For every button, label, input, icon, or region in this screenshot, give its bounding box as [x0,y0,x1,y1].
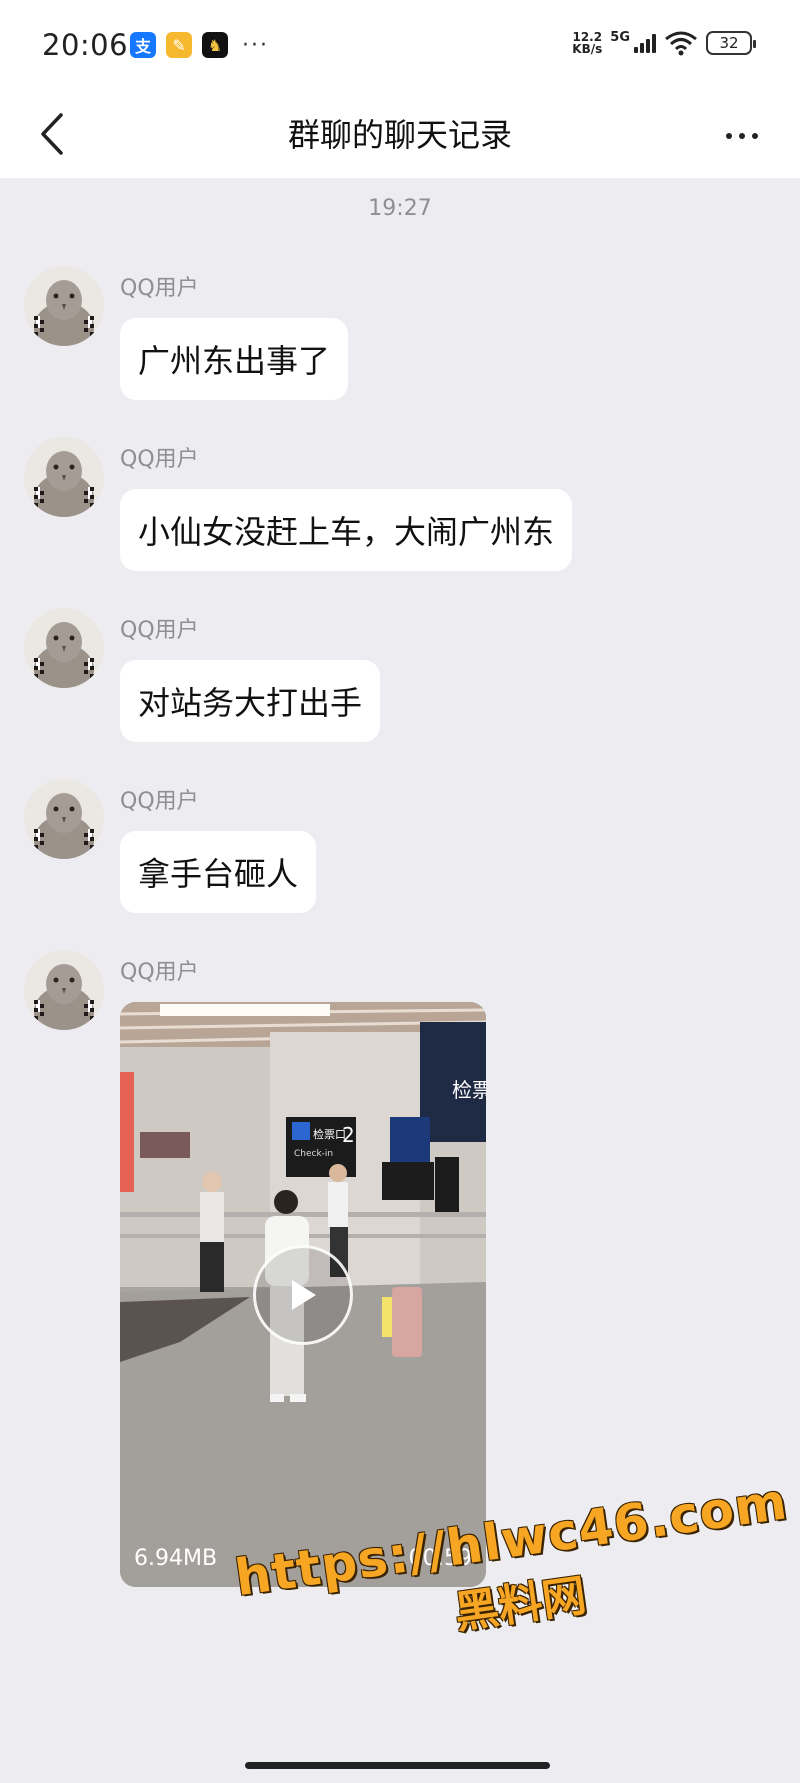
battery-icon: 32 [706,31,756,55]
wifi-icon [665,31,697,56]
more-dot-icon [726,133,732,139]
more-notifications-icon: ··· [242,32,269,58]
more-dot-icon [752,133,758,139]
avatar[interactable] [24,266,104,346]
sender-name: QQ用户 [120,447,199,472]
network-speed: 12.2 KB/s [572,30,603,56]
network-type: 5G [610,30,630,45]
video-message[interactable]: 检票口2 检票口 2 Check-in [120,1002,486,1587]
svg-text:Check-in: Check-in [294,1149,333,1159]
avatar[interactable] [24,779,104,859]
nav-bar: 群聊的聊天记录 [0,90,800,178]
status-time: 20:06 [42,28,129,62]
message-bubble[interactable]: 广州东出事了 [120,318,349,400]
chat-timestamp: 19:27 [368,196,432,221]
sender-name: QQ用户 [120,789,199,814]
home-indicator[interactable] [245,1762,550,1769]
sign-text: 检票口2 [452,1078,486,1102]
video-file-size: 6.94MB [134,1546,218,1571]
play-icon [292,1280,316,1310]
notes-icon: ✎ [166,32,192,58]
avatar[interactable] [24,437,104,517]
play-button[interactable] [253,1245,353,1345]
page-title: 群聊的聊天记录 [287,116,512,154]
sender-name: QQ用户 [120,276,199,301]
svg-text:2: 2 [342,1123,355,1147]
signal-icon [634,33,656,53]
avatar[interactable] [24,950,104,1030]
alipay-icon: 支 [130,32,156,58]
more-options-button[interactable] [712,116,772,156]
status-bar: 20:06 支 ✎ ♞ ··· 12.2 KB/s 5G 32 [0,0,800,90]
notification-icons: 支 ✎ ♞ ··· [130,32,269,58]
sender-name: QQ用户 [120,618,199,643]
message-bubble[interactable]: 对站务大打出手 [120,660,381,742]
message-bubble[interactable]: 拿手台砸人 [120,831,317,913]
sender-name: QQ用户 [120,960,199,985]
app-icon: ♞ [202,32,228,58]
message-bubble[interactable]: 小仙女没赶上车，大闹广州东 [120,489,573,571]
status-indicators: 12.2 KB/s 5G 32 [572,30,756,56]
more-dot-icon [739,133,745,139]
avatar[interactable] [24,608,104,688]
